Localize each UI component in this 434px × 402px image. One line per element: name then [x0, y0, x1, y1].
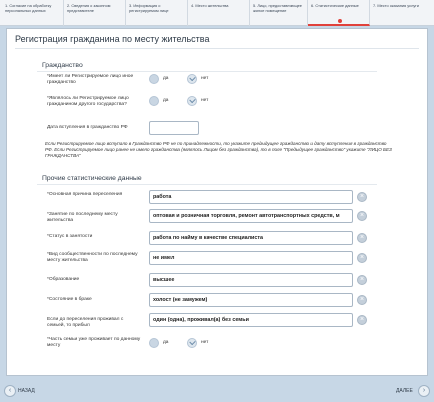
active-step-marker — [338, 19, 342, 23]
marital-status-select[interactable]: холост (не замужем) — [149, 293, 353, 307]
clear-icon[interactable]: × — [357, 295, 367, 305]
no-label: нет — [201, 340, 209, 345]
former-citizen-no-radio[interactable] — [187, 96, 197, 106]
arrived-with-label: Если до переселения проживал с семьей, т… — [47, 317, 124, 328]
citizenship-date-label: Дата вступления в гражданство РФ — [47, 125, 128, 130]
section-divider — [37, 184, 377, 185]
clear-icon[interactable]: × — [357, 211, 367, 221]
migration-reason-select[interactable]: работа — [149, 190, 353, 204]
steps-bar: 1. Согласие на обработку персональных да… — [0, 0, 434, 26]
step-1[interactable]: 1. Согласие на обработку персональных да… — [2, 0, 64, 26]
section-title-citizenship: Гражданство — [42, 62, 83, 69]
citizenship-note: Если Регистрируемое лицо вступало в Граж… — [45, 141, 392, 158]
form-panel: Регистрация гражданина по месту жительст… — [6, 28, 428, 376]
clear-icon[interactable]: × — [357, 192, 367, 202]
former-citizen-yes-radio[interactable] — [149, 96, 159, 106]
no-label: нет — [201, 98, 209, 103]
yes-label: да — [163, 98, 169, 103]
family-lives-label: *Часть семьи уже проживает по данному ме… — [47, 337, 141, 348]
residence-type-label: *Вид сообщественности по последнему мест… — [47, 252, 138, 263]
employment-status-select[interactable]: работа по найму в качестве специалиста — [149, 231, 353, 245]
clear-icon[interactable]: × — [357, 253, 367, 263]
section-title-stats: Прочие статистические данные — [42, 175, 142, 182]
clear-icon[interactable]: × — [357, 315, 367, 325]
family-lives-no-radio[interactable] — [187, 338, 197, 348]
education-label: *Образование — [47, 277, 80, 282]
other-citizenship-no-radio[interactable] — [187, 74, 197, 84]
page-title: Регистрация гражданина по месту жительст… — [15, 34, 210, 44]
yes-label: да — [163, 76, 169, 81]
step-2[interactable]: 2. Сведения о законном представителе — [64, 0, 126, 26]
back-button[interactable]: НАЗАД — [18, 385, 35, 397]
occupation-label: *Занятие по последнему месту жительства — [47, 212, 118, 223]
residence-type-select[interactable]: не имел — [149, 251, 353, 265]
next-arrow-icon[interactable]: › — [418, 385, 430, 397]
arrived-with-select[interactable]: один (одна), проживал(а) без семьи — [149, 313, 353, 327]
migration-reason-label: *Основная причина переселения — [47, 192, 123, 197]
step-5[interactable]: 5. Лицо, предоставляющее жилое помещение — [250, 0, 308, 26]
clear-icon[interactable]: × — [357, 275, 367, 285]
education-select[interactable]: высшее — [149, 273, 353, 287]
step-4[interactable]: 4. Место жительства — [188, 0, 250, 26]
back-arrow-icon[interactable]: ‹ — [4, 385, 16, 397]
section-divider — [37, 71, 377, 72]
former-citizen-label: *Являлось ли Регистрируемое лицо граждан… — [47, 96, 129, 107]
no-label: нет — [201, 76, 209, 81]
other-citizenship-label: *Имеет ли Регистрируемое лицо иное гражд… — [47, 74, 134, 85]
marital-status-label: *Состояние в браке — [47, 297, 92, 302]
family-lives-yes-radio[interactable] — [149, 338, 159, 348]
step-7[interactable]: 7. Место оказания услуги — [370, 0, 434, 26]
next-button[interactable]: ДАЛЕЕ — [396, 385, 413, 397]
yes-label: да — [163, 340, 169, 345]
other-citizenship-yes-radio[interactable] — [149, 74, 159, 84]
occupation-select[interactable]: оптовая и розничная торговля, ремонт авт… — [149, 209, 353, 223]
bottom-nav: ‹ НАЗАД ДАЛЕЕ › — [0, 380, 434, 402]
citizenship-date-input[interactable] — [149, 121, 199, 135]
employment-status-label: *Статус в занятости — [47, 234, 93, 239]
step-3[interactable]: 3. Информация о регистрируемом лице — [126, 0, 188, 26]
clear-icon[interactable]: × — [357, 233, 367, 243]
title-divider — [15, 48, 419, 49]
